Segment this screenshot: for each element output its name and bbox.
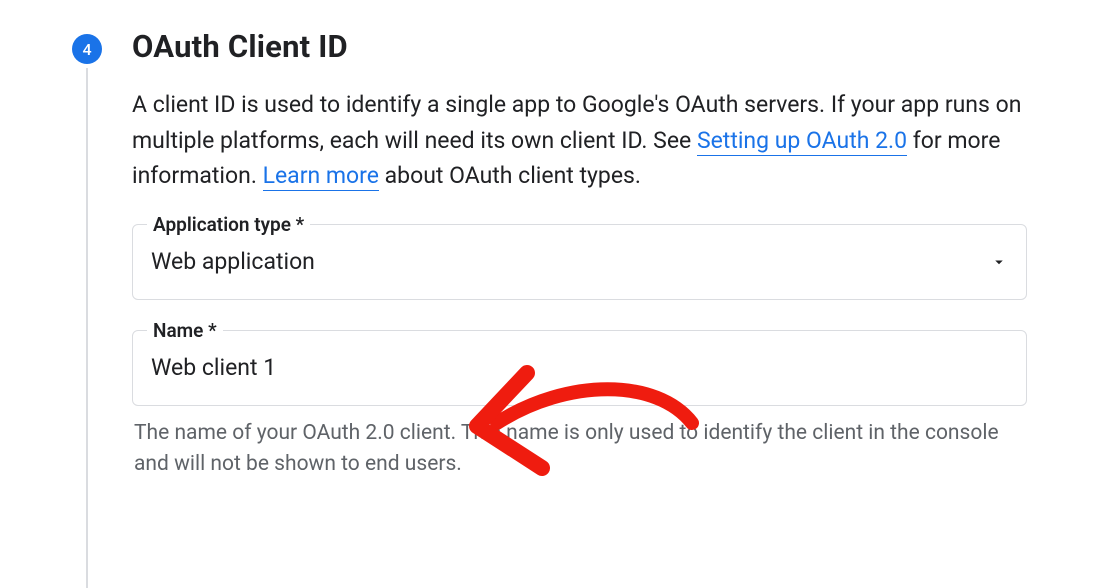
- description-text: about OAuth client types.: [379, 162, 641, 189]
- chevron-down-icon: [990, 253, 1008, 271]
- name-input[interactable]: [151, 354, 1008, 381]
- setting-up-oauth-link[interactable]: Setting up OAuth 2.0: [697, 127, 907, 156]
- learn-more-link[interactable]: Learn more: [263, 162, 379, 191]
- name-label: Name *: [147, 319, 223, 342]
- step-description: A client ID is used to identify a single…: [132, 87, 1027, 194]
- application-type-label: Application type *: [147, 213, 310, 236]
- name-helper-text: The name of your OAuth 2.0 client. This …: [132, 418, 1027, 481]
- step-container: 4 OAuth Client ID A client ID is used to…: [0, 0, 1116, 481]
- application-type-select[interactable]: Application type * Web application: [132, 224, 1027, 300]
- name-field-container: Name *: [132, 330, 1027, 406]
- step-content: OAuth Client ID A client ID is used to i…: [132, 28, 1027, 481]
- step-number: 4: [82, 40, 91, 59]
- step-number-badge: 4: [72, 34, 102, 64]
- application-type-value: Web application: [151, 248, 990, 275]
- step-connector-line: [86, 68, 88, 588]
- step-title: OAuth Client ID: [132, 28, 1027, 65]
